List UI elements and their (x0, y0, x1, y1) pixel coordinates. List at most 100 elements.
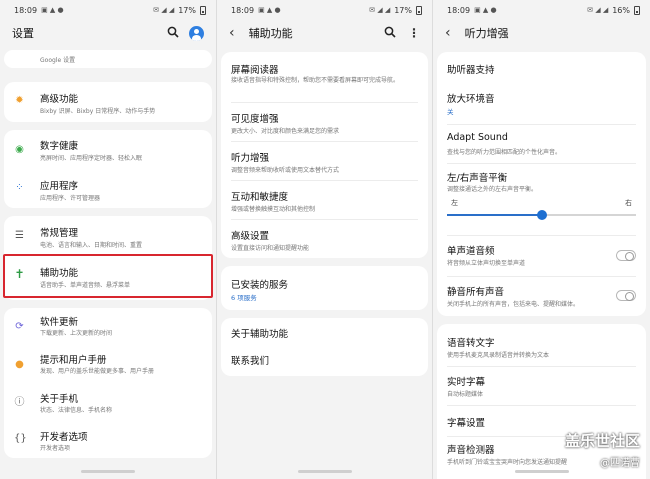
item-title: 关于辅助功能 (231, 329, 289, 340)
item-sub: Bixby 识屏、Bixby 日常程序、动作与手势 (40, 108, 156, 115)
item-title: 已安装的服务 (231, 280, 289, 291)
settings-item-tips[interactable]: ● 提示和用户手册 发现、用户的盖乐世能做更多事、用户手册 (4, 346, 212, 384)
item-title: 单声道音频 (447, 246, 495, 257)
item-title: 听力增强 (231, 153, 270, 164)
signal-icon: ✉ ◢ ◢ (153, 6, 175, 14)
item-title: 屏幕阅读器 (231, 65, 279, 76)
home-indicator[interactable] (81, 470, 135, 473)
settings-item-apps[interactable]: ⁘ 应用程序 应用程序、许可管理器 (4, 169, 212, 208)
settings-item-update[interactable]: ⟳ 软件更新 下载更新、上次更新的时间 (4, 308, 212, 346)
notification-icon: ▣ ▲ ● (258, 6, 281, 14)
item-sub: 亮屏时间、应用程序定时器、轻松入眠 (40, 155, 143, 162)
item-title: 提示和用户手册 (40, 355, 107, 366)
item-adapt-sound[interactable]: Adapt Sound 查找与您的听力范围相匹配的个性化声音。 (437, 125, 646, 163)
item-sub: 更改大小、对比度和颜色来满足您的需求 (231, 128, 340, 135)
balance-slider[interactable] (447, 210, 636, 220)
amplify-status: 关 (447, 108, 454, 116)
item-sub: 发现、用户的盖乐世能做更多事、用户手册 (40, 368, 155, 375)
mute-all-toggle[interactable] (616, 290, 636, 301)
item-visibility[interactable]: 可见度增强 更改大小、对比度和颜色来满足您的需求 (221, 103, 428, 141)
item-balance: 左/右声音平衡 调整接通话之外的左右声音平衡。 左 右 (437, 164, 646, 230)
sliders-icon: ☰ (15, 230, 24, 241)
item-title: 字幕设置 (447, 418, 486, 429)
item-title: 开发者选项 (40, 432, 88, 443)
balance-slider-thumb[interactable] (536, 210, 547, 220)
item-about-accessibility[interactable]: 关于辅助功能 (221, 318, 428, 347)
item-advanced[interactable]: 高级设置 设置直接访问和通知提醒功能 (221, 220, 428, 258)
search-icon[interactable] (167, 26, 179, 41)
item-sub: 应用程序、许可管理器 (40, 195, 101, 202)
item-sub: 查找与您的听力范围相匹配的个性化声音。 (447, 149, 562, 156)
settings-group-support: ⟳ 软件更新 下载更新、上次更新的时间 ● 提示和用户手册 发现、用户的盖乐世能… (4, 308, 212, 458)
google-card[interactable]: Google 设置 (4, 50, 212, 68)
account-avatar[interactable] (189, 25, 204, 41)
item-title: 联系我们 (231, 356, 270, 367)
settings-item-advanced[interactable]: ✹ 高级功能 Bixby 识屏、Bixby 日常程序、动作与手势 (4, 82, 212, 122)
item-sub: 调整音频来帮助收听或使用文本替代方式 (231, 167, 340, 174)
watermark-brand: 盖乐世社区 (564, 432, 640, 450)
signal-icon: ✉ ◢ ◢ (369, 6, 391, 14)
item-title: 实时字幕 (447, 377, 486, 388)
item-title: 放大环境音 (447, 94, 495, 105)
item-sub: 关闭手机上的所有声音，包括来电、提醒和媒体。 (447, 301, 580, 308)
notification-icon: ▣ ▲ ● (41, 6, 64, 14)
more-options-icon[interactable]: ⋮ (408, 26, 420, 40)
item-sub: 接收语音指导和特殊控制，帮助您不需要看屏幕即可完成导航。 (231, 77, 400, 84)
accessibility-main-card: 屏幕阅读器 接收语音指导和特殊控制，帮助您不需要看屏幕即可完成导航。 可见度增强… (221, 52, 428, 258)
item-title: 常规管理 (40, 228, 79, 239)
settings-group-wellbeing: ◉ 数字健康 亮屏时间、应用程序定时器、轻松入眠 ⁘ 应用程序 应用程序、许可管… (4, 130, 212, 208)
item-hearing[interactable]: 听力增强 调整音频来帮助收听或使用文本替代方式 (221, 142, 428, 180)
battery-text: 17% (394, 5, 412, 15)
settings-item-about[interactable]: ⓘ 关于手机 状态、法律信息、手机名称 (4, 384, 212, 422)
status-time: 18:09 (14, 5, 38, 15)
status-time: 18:09 (447, 5, 471, 15)
item-amplify-ambient[interactable]: 放大环境音 关 (437, 84, 646, 122)
item-contact-us[interactable]: 联系我们 (221, 347, 428, 376)
item-sub: 状态、法律信息、手机名称 (40, 407, 113, 414)
item-screen-reader[interactable]: 屏幕阅读器 接收语音指导和特殊控制，帮助您不需要看屏幕即可完成导航。 (221, 52, 428, 102)
update-icon: ⟳ (15, 321, 24, 332)
item-mute-all[interactable]: 静音所有声音 关闭手机上的所有声音，包括来电、提醒和媒体。 (437, 277, 646, 316)
installed-count: 6 项服务 (231, 294, 257, 302)
signal-icon: ✉ ◢ ◢ (587, 6, 609, 14)
braces-icon: {} (14, 433, 27, 444)
mono-audio-toggle[interactable] (616, 250, 636, 261)
item-speech-to-text[interactable]: 语音转文字 使用手机麦克风录制语音并转换为文本 (437, 328, 646, 366)
item-sub: 使用手机麦克风录制语音并转换为文本 (447, 352, 550, 359)
lightbulb-icon: ● (15, 359, 24, 370)
apps-icon: ⁘ (15, 182, 24, 193)
settings-item-wellbeing[interactable]: ◉ 数字健康 亮屏时间、应用程序定时器、轻松入眠 (4, 130, 212, 169)
notification-icon: ▣ ▲ ● (474, 6, 497, 14)
item-title: 静音所有声音 (447, 287, 505, 298)
back-arrow-icon[interactable]: ‹ (229, 26, 235, 40)
search-icon[interactable] (384, 26, 396, 41)
item-sub: 设置直接访问和通知提醒功能 (231, 245, 310, 252)
installed-services-card[interactable]: 已安装的服务 6 项服务 (221, 266, 428, 310)
item-mono-audio[interactable]: 单声道音频 将音频从立体声切换至单声道 (437, 236, 646, 276)
about-card: 关于辅助功能 联系我们 (221, 318, 428, 376)
battery-icon (634, 5, 640, 15)
home-indicator[interactable] (297, 470, 352, 473)
hearing-screen: 18:09 ▣ ▲ ● ✉ ◢ ◢ 16% ‹ 听力增强 助听器支持 放大环境音… (433, 0, 650, 479)
hearing-main-card: 助听器支持 放大环境音 关 Adapt Sound 查找与您的听力范围相匹配的个… (437, 52, 646, 316)
home-indicator[interactable] (514, 470, 569, 473)
settings-item-developer[interactable]: {} 开发者选项 开发者选项 (4, 422, 212, 458)
info-icon: ⓘ (14, 397, 25, 408)
wellbeing-icon: ◉ (15, 144, 24, 155)
app-bar: ‹ 辅助功能 ⋮ (217, 20, 432, 46)
item-title: Adapt Sound (447, 132, 508, 143)
item-sub: 电池、语言和输入、日期和时间、重置 (40, 242, 143, 249)
item-title: 助听器支持 (447, 65, 495, 76)
item-title: 高级功能 (40, 94, 79, 105)
item-title: 关于手机 (40, 394, 79, 405)
accessibility-screen: 18:09 ▣ ▲ ● ✉ ◢ ◢ 17% ‹ 辅助功能 ⋮ 屏幕阅读器 接收语… (217, 0, 432, 479)
back-arrow-icon[interactable]: ‹ (445, 26, 451, 40)
battery-text: 16% (612, 5, 630, 15)
item-hearing-aid[interactable]: 助听器支持 (437, 52, 646, 82)
item-live-caption[interactable]: 实时字幕 自动标题媒体 (437, 367, 646, 405)
item-title: 声音检测器 (447, 445, 495, 456)
screenshot-composite: 18:09 ▣ ▲ ● ✉ ◢ ◢ 17% 设置 Google 设置 ✹ 高级功… (0, 0, 650, 479)
item-interaction[interactable]: 互动和敏捷度 增强或替换触摸互动和其他控制 (221, 181, 428, 219)
settings-item-general[interactable]: ☰ 常规管理 电池、语言和输入、日期和时间、重置 (4, 216, 212, 256)
item-title: 高级设置 (231, 231, 270, 242)
